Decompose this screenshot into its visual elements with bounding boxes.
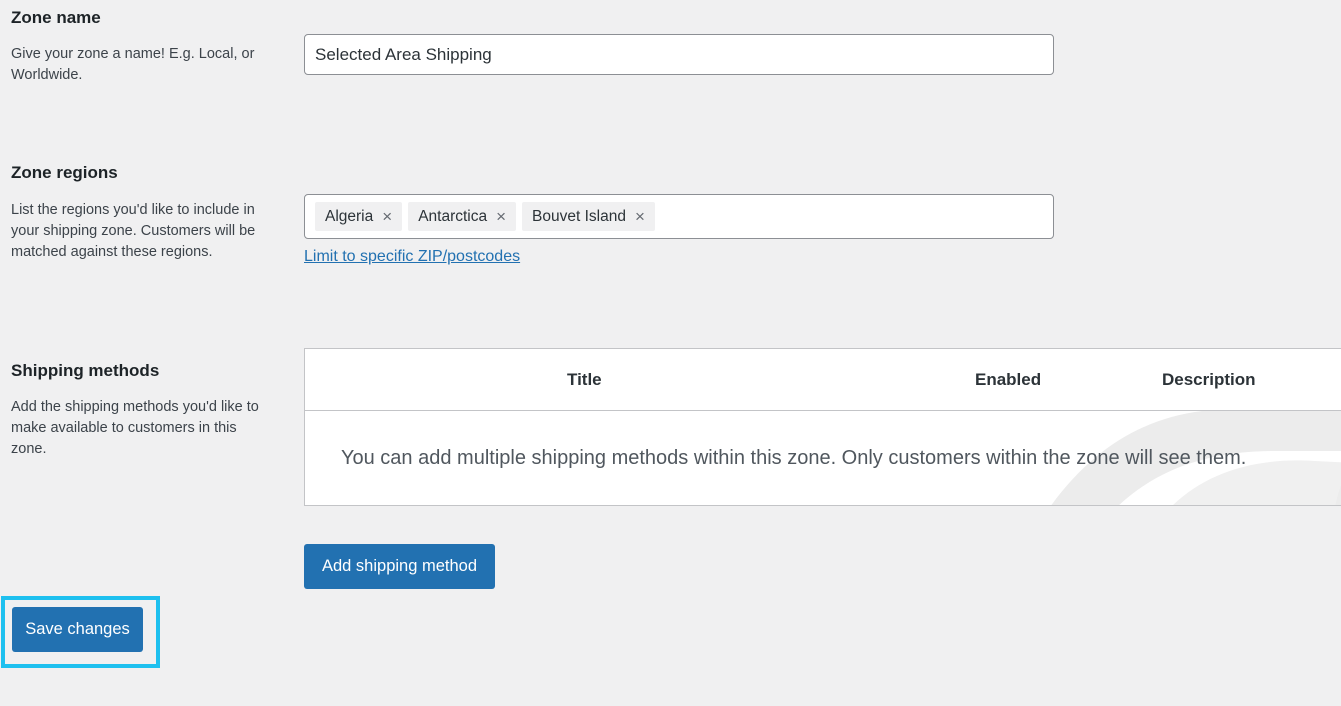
zone-regions-select[interactable]: Algeria × Antarctica × Bouvet Island ×: [304, 194, 1054, 239]
table-empty-row: You can add multiple shipping methods wi…: [305, 411, 1341, 505]
column-enabled: Enabled: [975, 370, 1042, 389]
region-chip-bouvet-island: Bouvet Island ×: [522, 202, 655, 231]
region-chip-label: Bouvet Island: [532, 207, 626, 225]
limit-postcodes-link[interactable]: Limit to specific ZIP/postcodes: [304, 248, 520, 266]
remove-region-icon[interactable]: ×: [382, 208, 392, 225]
region-chip-label: Antarctica: [418, 207, 488, 225]
region-chip-label: Algeria: [325, 207, 374, 225]
add-shipping-method-button[interactable]: Add shipping method: [304, 544, 495, 589]
shipping-methods-table: Title Enabled Description You can add mu…: [304, 348, 1341, 506]
save-changes-button[interactable]: Save changes: [12, 607, 143, 652]
remove-region-icon[interactable]: ×: [635, 208, 645, 225]
remove-region-icon[interactable]: ×: [496, 208, 506, 225]
zone-regions-title: Zone regions: [11, 163, 118, 182]
table-header: Title Enabled Description: [305, 349, 1341, 411]
zone-name-title: Zone name: [11, 8, 101, 27]
shipping-methods-title: Shipping methods: [11, 361, 160, 380]
zone-name-description: Give your zone a name! E.g. Local, or Wo…: [11, 46, 255, 83]
region-chip-antarctica: Antarctica ×: [408, 202, 517, 231]
shipping-methods-description: Add the shipping methods you'd like to m…: [11, 399, 259, 457]
column-description: Description: [1162, 370, 1256, 389]
column-title: Title: [567, 370, 602, 389]
zone-regions-description: List the regions you'd like to include i…: [11, 202, 256, 260]
empty-state-message: You can add multiple shipping methods wi…: [341, 447, 1247, 469]
zone-name-input[interactable]: [304, 34, 1054, 75]
region-chip-algeria: Algeria ×: [315, 202, 403, 231]
